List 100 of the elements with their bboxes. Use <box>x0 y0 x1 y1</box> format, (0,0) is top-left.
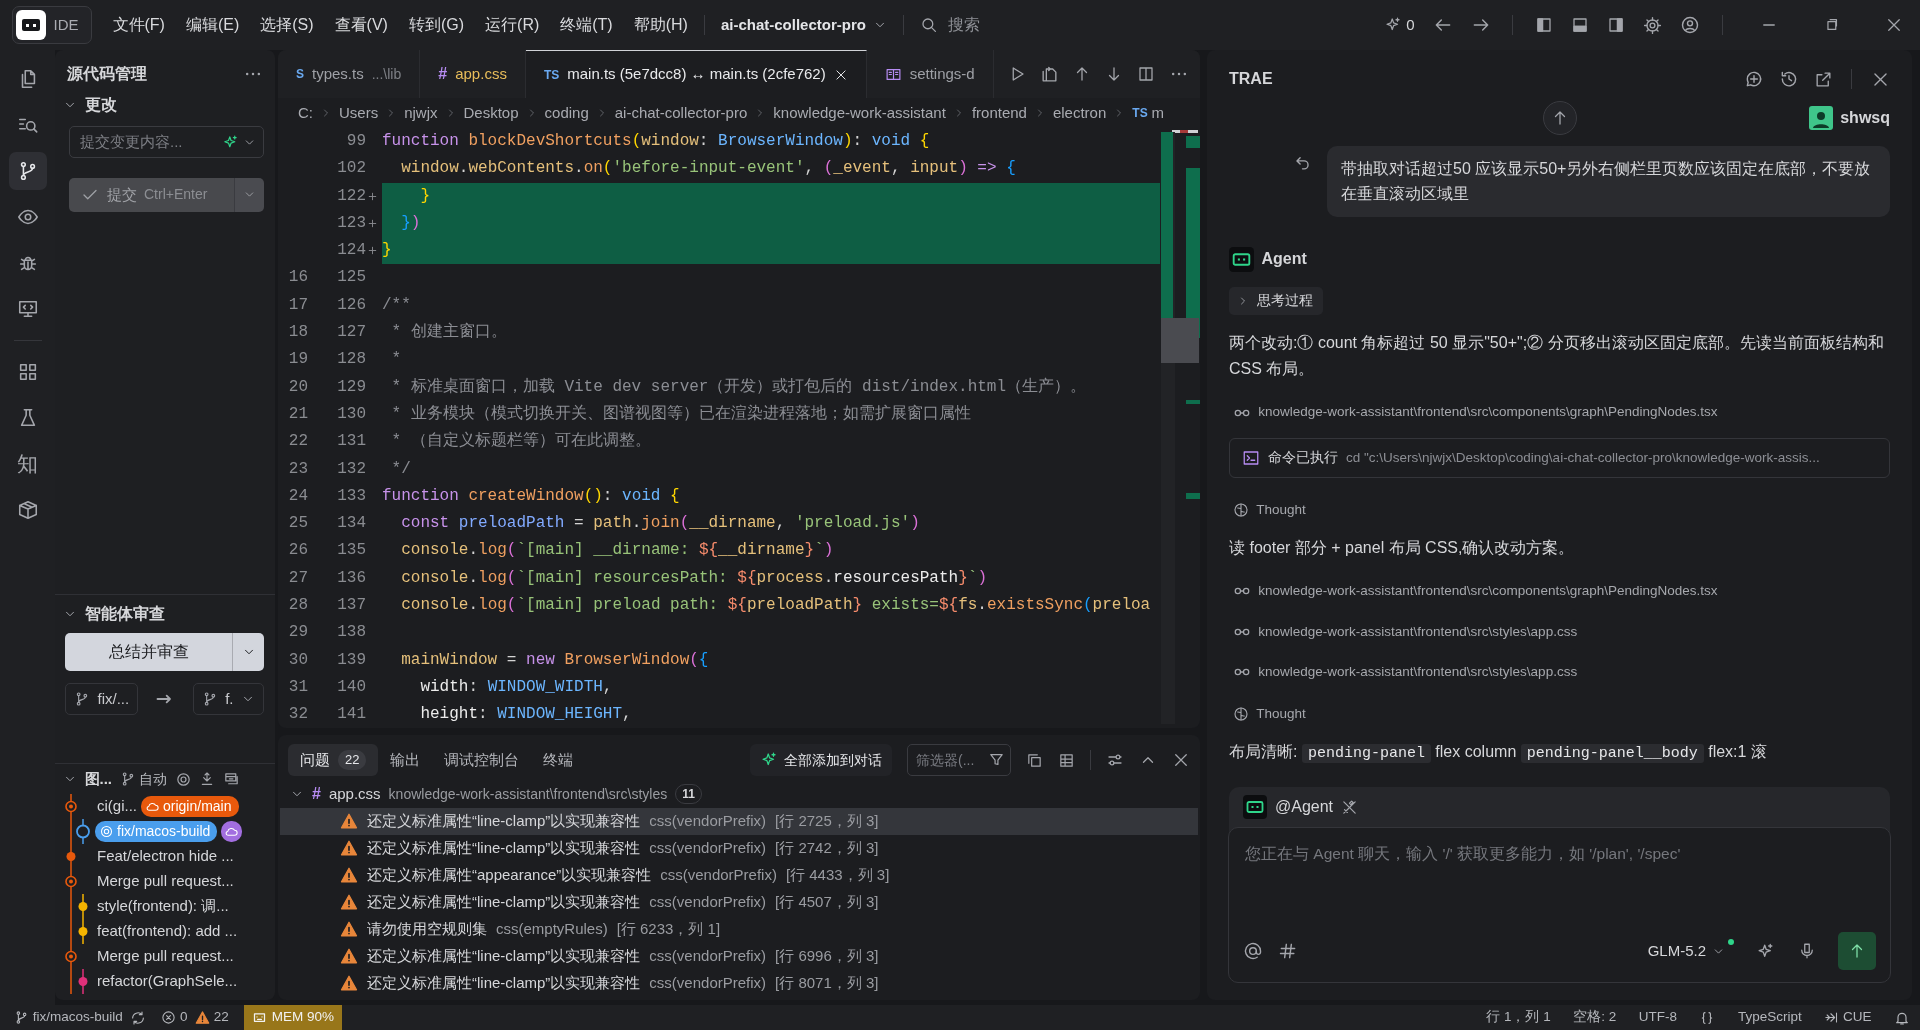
pop-out-icon[interactable] <box>1813 69 1833 89</box>
thinking-toggle[interactable]: 思考过程 <box>1229 286 1323 315</box>
add-all-to-chat-button[interactable]: 全部添加到对话 <box>750 744 892 776</box>
tools-icon[interactable] <box>1341 798 1359 816</box>
problems-status[interactable]: 0 22 <box>161 1007 229 1028</box>
branch-icon <box>74 691 90 707</box>
breadcrumb-item[interactable]: ai-chat-collector-pro <box>614 101 748 125</box>
problem-item[interactable]: 还定义标准属性“line-clamp”以实现兼容性 css(vendorPrefix) [行 6996，列 3] <box>280 942 1198 970</box>
section-header[interactable]: 智能体审查 <box>84 602 165 626</box>
line-number: 136 <box>336 567 366 589</box>
indent-status[interactable]: 空格: 2 <box>1573 1007 1617 1028</box>
extension-status[interactable]: CUE <box>1824 1007 1872 1028</box>
search-field[interactable]: 搜索 <box>946 12 1067 38</box>
chat-input[interactable]: 您正在与 Agent 聊天，输入 '/' 获取更多能力，如 '/plan', '/spec' GLM-5.2 <box>1228 827 1891 983</box>
sync-icon[interactable] <box>130 1009 147 1026</box>
editor-tab[interactable]: # app.css <box>420 50 526 98</box>
menu-item[interactable]: 编辑(E) <box>185 13 240 37</box>
settings-icon[interactable] <box>1643 15 1662 35</box>
memory-status[interactable]: MEM 90% <box>243 1005 343 1030</box>
editor-tab[interactable]: settings-d <box>866 50 994 98</box>
file-link[interactable]: knowledge-work-assistant\frontend\src\styles\app.css <box>1258 621 1578 642</box>
account-icon[interactable] <box>1680 15 1700 35</box>
commit-message[interactable]: Feat/electron hide ... <box>97 845 234 868</box>
line-number: 129 <box>336 376 366 398</box>
code-line: * 创建主窗口。 <box>390 321 508 344</box>
encoding-status[interactable]: UTF-8 <box>1638 1007 1677 1028</box>
credits-button[interactable]: 0 <box>1384 13 1415 37</box>
panel-tab[interactable]: 终端 <box>531 744 586 776</box>
split-editor-icon[interactable] <box>1136 65 1155 83</box>
file-link[interactable]: knowledge-work-assistant\frontend\src\components\graph\PendingNodes.tsx <box>1258 402 1718 423</box>
panel-tab[interactable]: 问题 22 <box>288 744 379 776</box>
branch-selector[interactable]: fix/... <box>65 683 139 715</box>
breadcrumb-item[interactable]: C: <box>298 101 313 125</box>
scroll-up-button[interactable] <box>1542 101 1577 135</box>
problem-item[interactable]: 还定义标准属性“line-clamp”以实现兼容性 css(vendorPrefix) [行 8071，列 3] <box>280 969 1198 997</box>
breadcrumb-item[interactable]: frontend <box>971 101 1027 125</box>
branch-selector[interactable]: f. <box>192 683 264 715</box>
editor-tab[interactable]: S types.ts ...\lib <box>278 50 421 98</box>
agent-mention[interactable]: @Agent <box>1275 795 1334 819</box>
model-selector[interactable]: GLM-5.2 <box>1647 939 1725 963</box>
branch-status[interactable]: fix/macos-build <box>14 1007 123 1028</box>
right-panel-icon[interactable] <box>1607 16 1625 34</box>
panel-tab[interactable]: 调试控制台 <box>432 744 532 776</box>
file-link[interactable]: knowledge-work-assistant\frontend\src\components\graph\PendingNodes.tsx <box>1258 581 1718 602</box>
target-icon[interactable] <box>174 770 192 788</box>
cursor-position[interactable]: 行 1，列 1 <box>1486 1007 1551 1028</box>
breadcrumb-item[interactable]: Users <box>339 101 379 125</box>
menu-item[interactable]: 选择(S) <box>260 13 314 37</box>
collapse-all-icon[interactable] <box>1026 751 1043 769</box>
activity-button[interactable] <box>8 152 47 190</box>
commit-message-field[interactable]: 提交变更内容... <box>69 125 264 158</box>
left-panel-icon[interactable] <box>1535 16 1553 34</box>
breadcrumb-item[interactable]: njwjx <box>404 101 438 125</box>
send-button[interactable] <box>1838 932 1876 970</box>
bottom-panel-icon[interactable] <box>1571 16 1589 34</box>
breadcrumb-item[interactable]: knowledge-work-assistant <box>773 101 946 125</box>
commit-message[interactable]: feat(frontend): add ... <box>97 920 238 943</box>
filter-field[interactable]: 筛选器(... <box>907 744 1011 776</box>
file-link[interactable]: knowledge-work-assistant\frontend\src\styles\app.css <box>1258 661 1578 683</box>
auto-button[interactable]: 自动 <box>119 768 168 790</box>
problem-item[interactable]: 还定义标准属性“line-clamp”以实现兼容性 css(vendorPrefix) [行 2725，列 3] <box>280 807 1198 835</box>
editor-tab[interactable]: TS main.ts (5e7dcc8) ↔ main.ts (2cfe762) <box>525 50 867 98</box>
menu-item[interactable]: 终端(T) <box>560 13 613 37</box>
menu-item[interactable]: 查看(V) <box>334 13 388 37</box>
commit-message[interactable]: ci(gi... <box>97 795 137 818</box>
at-icon[interactable] <box>1243 941 1263 961</box>
filter-icon[interactable] <box>988 751 1005 768</box>
problem-item[interactable]: 还定义标准属性“line-clamp”以实现兼容性 css(vendorPrefix) [行 2742，列 3] <box>280 834 1198 862</box>
app-badge[interactable]: IDE <box>12 6 92 44</box>
breadcrumb-item[interactable]: Desktop <box>463 101 519 125</box>
close-icon[interactable] <box>1172 751 1190 769</box>
cloud-tag[interactable] <box>221 821 243 842</box>
avatar-icon <box>1808 106 1833 130</box>
hash-icon[interactable] <box>1278 941 1298 961</box>
commit-message[interactable]: refactor(GraphSele... <box>97 970 238 993</box>
menu-item[interactable]: 运行(R) <box>485 13 540 37</box>
section-header[interactable]: 图... <box>84 767 112 791</box>
menu-item[interactable]: 文件(F) <box>112 13 165 37</box>
breadcrumb-item[interactable]: coding <box>544 101 589 125</box>
problem-item[interactable]: 还定义标准属性“appearance”以实现兼容性 css(vendorPrefix) [行 4433，列 3] <box>280 861 1198 889</box>
file-name[interactable]: app.css <box>328 783 381 806</box>
review-button[interactable]: 总结并审查 <box>65 633 232 671</box>
language-status[interactable]: TypeScript <box>1737 1007 1802 1028</box>
menu-item[interactable]: 帮助(H) <box>633 13 688 37</box>
close-icon[interactable] <box>833 67 848 82</box>
open-changes-icon[interactable] <box>1039 64 1059 84</box>
project-switcher[interactable]: ai-chat-collector-pro <box>720 13 888 37</box>
breadcrumb-item[interactable]: TS m <box>1132 101 1164 125</box>
branch-tag[interactable]: origin/main <box>141 796 239 817</box>
table-view-icon[interactable] <box>1058 751 1075 769</box>
commit-message[interactable]: Merge pull request... <box>97 870 234 893</box>
section-header[interactable]: 更改 <box>84 92 117 117</box>
breadcrumb-item[interactable]: electron <box>1052 101 1107 125</box>
activity-button[interactable]: 知 <box>8 445 47 483</box>
problem-item[interactable]: 还定义标准属性“line-clamp”以实现兼容性 css(vendorPrefix) [行 4507，列 3] <box>280 888 1198 916</box>
problem-item[interactable]: 请勿使用空规则集 css(emptyRules) [行 6233，列 1] <box>280 915 1198 943</box>
menu-item[interactable]: 转到(G) <box>408 13 465 37</box>
commit-message[interactable]: style(frontend): 调... <box>97 895 229 918</box>
commit-message[interactable]: Merge pull request... <box>97 945 234 968</box>
panel-tab[interactable]: 输出 <box>378 744 433 776</box>
